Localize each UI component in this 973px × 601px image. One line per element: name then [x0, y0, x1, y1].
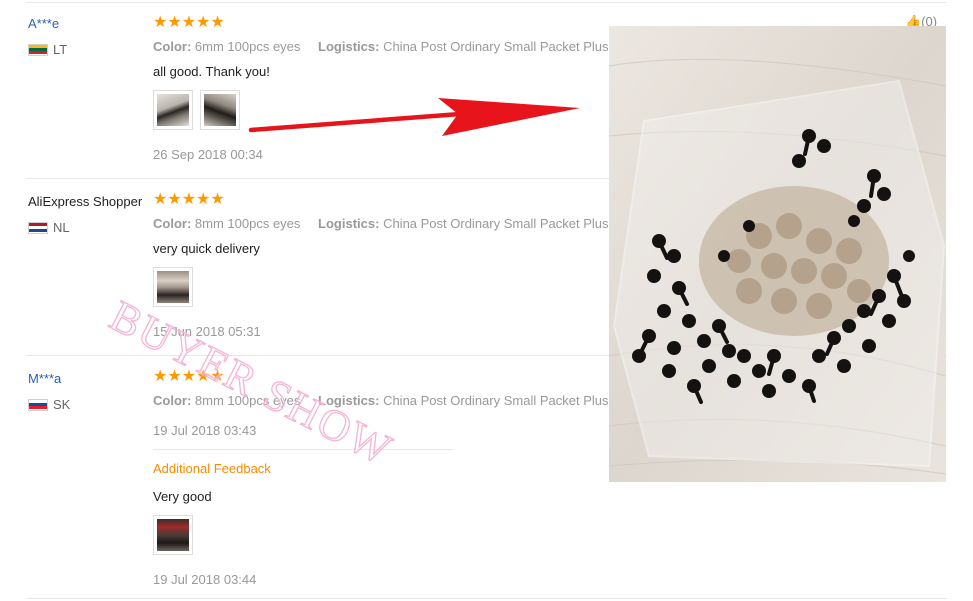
reviewer-country: LT [28, 42, 67, 57]
country-code: LT [53, 42, 68, 57]
additional-feedback-label: Additional Feedback [153, 461, 271, 476]
review-photo-thumbnail[interactable] [153, 267, 193, 307]
logistics-value: China Post Ordinary Small Packet Plus [383, 216, 609, 231]
logistics-value: China Post Ordinary Small Packet Plus [383, 39, 609, 54]
logistics-label: Logistics: [318, 39, 380, 54]
bottom-divider [27, 598, 947, 599]
enlarged-review-photo[interactable] [609, 26, 946, 482]
review-date: 19 Jul 2018 03:43 [153, 423, 257, 438]
star-rating: ★★★★★ [153, 191, 225, 208]
review-date: 15 Jun 2018 05:31 [153, 324, 261, 339]
flag-slovakia-icon [28, 398, 48, 411]
reviewer-name: AliExpress Shopper [28, 194, 143, 209]
additional-feedback-text: Very good [153, 489, 212, 504]
color-value: 6mm 100pcs eyes [194, 39, 301, 54]
additional-feedback-date: 19 Jul 2018 03:44 [153, 572, 257, 587]
order-info: Color: 8mm 100pcs eyes Logistics: China … [153, 393, 609, 408]
review-text: very quick delivery [153, 241, 260, 256]
reviewer-country: SK [28, 397, 70, 412]
review-photo-thumbnail[interactable] [153, 90, 193, 130]
logistics-label: Logistics: [318, 216, 380, 231]
review-text: all good. Thank you! [153, 64, 270, 79]
review-photo-thumbnail[interactable] [200, 90, 240, 130]
review-date: 26 Sep 2018 00:34 [153, 147, 263, 162]
country-code: NL [53, 220, 70, 235]
reviewer-name[interactable]: A***e [28, 16, 59, 31]
reviewer-country: NL [28, 220, 70, 235]
logistics-label: Logistics: [318, 393, 380, 408]
reviewer-name[interactable]: M***a [28, 371, 61, 386]
logistics-value: China Post Ordinary Small Packet Plus [383, 393, 609, 408]
star-rating: ★★★★★ [153, 14, 225, 31]
color-label: Color: [153, 393, 192, 408]
flag-lithuania-icon [28, 43, 48, 56]
color-label: Color: [153, 216, 192, 231]
order-info: Color: 6mm 100pcs eyes Logistics: China … [153, 39, 609, 54]
star-rating: ★★★★★ [153, 368, 225, 385]
order-info: Color: 8mm 100pcs eyes Logistics: China … [153, 216, 609, 231]
country-code: SK [53, 397, 71, 412]
flag-netherlands-icon [28, 221, 48, 234]
top-divider [27, 2, 947, 3]
red-arrow [248, 98, 580, 136]
review-photo-thumbnail[interactable] [153, 515, 193, 555]
color-value: 8mm 100pcs eyes [194, 393, 301, 408]
color-label: Color: [153, 39, 192, 54]
color-value: 8mm 100pcs eyes [194, 216, 301, 231]
additional-feedback-divider [153, 449, 453, 450]
